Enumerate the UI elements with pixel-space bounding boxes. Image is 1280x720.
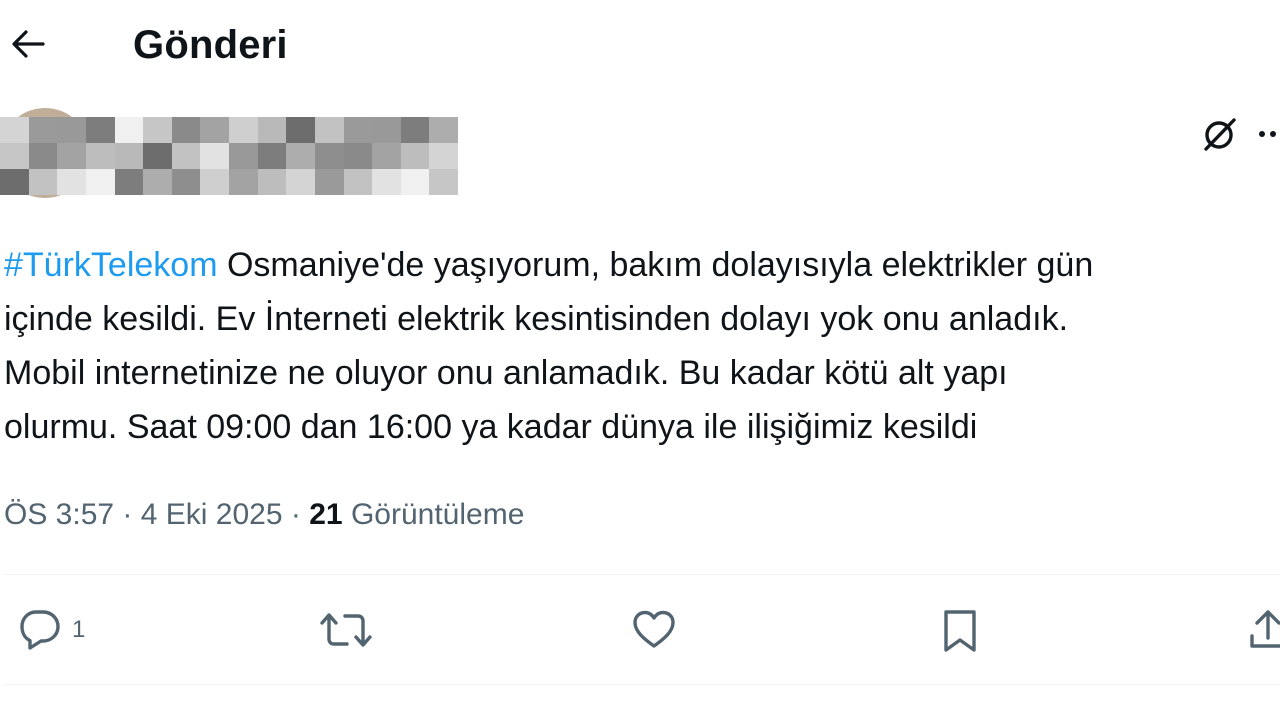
mosaic-cell [85,117,115,143]
post-text-line-3: Mobil internetinize ne oluyor onu anlama… [4,354,1008,392]
mosaic-cell [229,169,258,195]
mosaic-cell [400,143,430,169]
mosaic-cell [57,169,86,195]
mosaic-cell [0,117,29,143]
grok-icon [1204,118,1236,151]
post-text-line-4: olurmu. Saat 09:00 dan 16:00 ya kadar dü… [4,408,978,446]
mosaic-cell [286,169,315,195]
mosaic-cell [257,117,287,143]
mosaic-cell [314,169,344,195]
bookmark-button[interactable] [938,604,982,656]
mosaic-cell [429,169,458,195]
mosaic-cell [314,117,344,143]
mosaic-cell [343,117,373,143]
redacted-author-name [0,117,458,195]
mosaic-cell [257,169,287,195]
share-button[interactable] [1244,604,1280,656]
arrow-left-icon [12,30,45,58]
post-text-line-2: içinde kesildi. Ev İnterneti elektrik ke… [4,300,1069,338]
mosaic-cell [286,117,315,143]
mosaic-cell [114,169,144,195]
retweet-button[interactable] [318,604,374,656]
grok-button[interactable] [1198,112,1242,156]
post-text-line-1: #TürkTelekom Osmaniye'de yaşıyorum, bakı… [4,238,1280,292]
mosaic-cell [400,117,430,143]
mosaic-cell [143,143,172,169]
mosaic-cell [28,169,58,195]
mosaic-cell [229,117,258,143]
mosaic-cell [143,117,172,143]
reply-icon [20,610,60,650]
mosaic-cell [114,143,144,169]
mosaic-cell [343,143,373,169]
mosaic-cell [286,143,315,169]
mosaic-cell [57,117,86,143]
mosaic-cell [0,169,29,195]
back-button[interactable] [8,24,48,64]
divider [4,684,1280,685]
retweet-icon [320,613,372,647]
mosaic-cell [114,117,144,143]
post-meta: ÖS 3:57 · 4 Eki 2025 · 21 Görüntüleme [4,495,524,535]
page-title: Gönderi [133,23,288,67]
mosaic-cell [314,143,344,169]
divider [4,574,1280,575]
post-date[interactable]: 4 Eki 2025 [141,498,283,531]
meta-separator: · [122,498,133,531]
mosaic-cell [85,143,115,169]
mosaic-cell [171,117,201,143]
views-label: Görüntüleme [350,498,525,531]
mosaic-cell [372,117,401,143]
like-icon [633,610,675,648]
reply-button[interactable]: 1 [16,604,85,656]
mosaic-cell [372,143,401,169]
reply-count: 1 [72,616,86,643]
mosaic-cell [257,143,287,169]
post-text: #TürkTelekom Osmaniye'de yaşıyorum, bakı… [4,238,1280,454]
bookmark-icon [944,610,976,652]
mosaic-cell [143,169,172,195]
post-time[interactable]: ÖS 3:57 [4,498,114,531]
more-icon [1259,131,1276,137]
mosaic-cell [343,169,373,195]
mosaic-cell [200,117,229,143]
mosaic-cell [171,143,201,169]
mosaic-cell [0,143,29,169]
mosaic-cell [429,117,458,143]
meta-separator: · [290,498,301,531]
like-button[interactable] [630,604,678,656]
post-text-line-1-body: Osmaniye'de yaşıyorum, bakım dolayısıyla… [217,246,1094,284]
mosaic-cell [372,169,401,195]
mosaic-cell [200,143,229,169]
share-icon [1250,610,1280,648]
mosaic-cell [28,117,58,143]
views-count: 21 [309,498,343,531]
mosaic-cell [28,143,58,169]
more-options-button[interactable] [1258,116,1280,152]
mosaic-cell [200,169,229,195]
mosaic-cell [85,169,115,195]
mosaic-cell [57,143,86,169]
mosaic-cell [171,169,201,195]
mosaic-cell [429,143,458,169]
hashtag-link[interactable]: #TürkTelekom [4,246,218,284]
mosaic-cell [229,143,258,169]
mosaic-cell [400,169,430,195]
